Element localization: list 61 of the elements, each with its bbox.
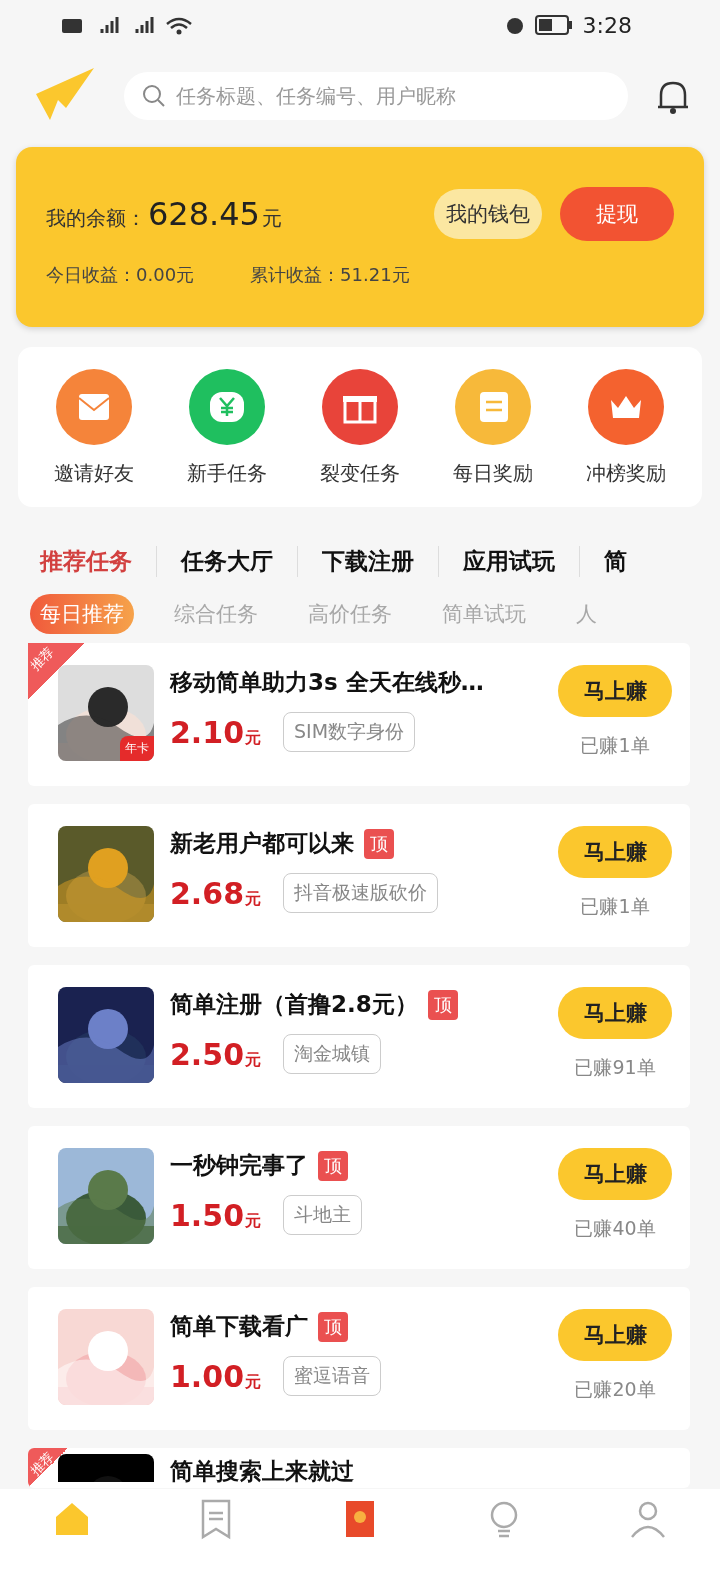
task-card[interactable]: 新老用户都可以来 顶 2.68元 抖音极速版砍价 马上赚 已赚1单: [28, 804, 690, 947]
crown-icon: [586, 367, 665, 446]
quick-action[interactable]: 每日奖励: [452, 367, 533, 487]
task-price: 2.68元: [170, 875, 262, 911]
quick-action[interactable]: 邀请好友: [54, 367, 135, 487]
search-field[interactable]: 任务标题、任务编号、用户昵称: [174, 83, 610, 109]
pinned-tag: 顶: [318, 1150, 348, 1181]
earned-count: 已赚1单: [580, 733, 650, 758]
yen-icon: [188, 367, 267, 446]
pinned-tag: 顶: [318, 1311, 348, 1342]
earned-count: 已赚91单: [574, 1055, 656, 1080]
balance-amount: 我的余额：628.45 元: [46, 195, 282, 233]
earned-count: 已赚20单: [574, 1377, 656, 1402]
earn-button[interactable]: 马上赚: [558, 665, 672, 717]
task-title: 简单注册（首撸2.8元）: [170, 990, 418, 1019]
search-bar[interactable]: 任务标题、任务编号、用户昵称: [124, 72, 628, 120]
task-title: 新老用户都可以来: [170, 829, 354, 858]
app-tag: 蜜逗语音: [283, 1356, 382, 1396]
task-title: 一秒钟完事了: [170, 1151, 308, 1180]
earn-button[interactable]: 马上赚: [558, 987, 672, 1039]
earned-count: 已赚40单: [574, 1216, 656, 1241]
clock-time: 3:28: [582, 12, 632, 38]
wallet-button[interactable]: 我的钱包: [434, 189, 542, 239]
quick-action[interactable]: 冲榜奖励: [585, 367, 666, 487]
category-tab[interactable]: 应用试玩: [438, 545, 579, 577]
category-tab[interactable]: 简: [579, 545, 651, 577]
earn-button[interactable]: 马上赚: [558, 1148, 672, 1200]
app-tag: SIM数字身份: [283, 712, 416, 752]
task-title: 简单下载看广: [170, 1312, 308, 1341]
earn-button[interactable]: 马上赚: [558, 1309, 672, 1361]
today-earnings: 今日收益：0.00元: [46, 263, 195, 287]
document-icon: [453, 367, 532, 446]
task-price: 1.50元: [170, 1197, 262, 1233]
task-card[interactable]: 简单注册（首撸2.8元） 顶 2.50元 淘金城镇 马上赚 已赚91单: [28, 965, 690, 1108]
envelope-icon: [55, 367, 134, 446]
category-tab[interactable]: 下载注册: [297, 545, 438, 577]
gift-icon: [321, 367, 399, 446]
quick-action[interactable]: 新手任务: [187, 367, 268, 487]
task-card[interactable]: 推荐 简单搜索上来就过: [28, 1448, 690, 1488]
total-earnings: 累计收益：51.21元: [250, 263, 410, 287]
pinned-tag: 顶: [427, 989, 458, 1020]
task-price: 2.50元: [170, 1036, 262, 1072]
task-card[interactable]: 简单下载看广 顶 1.00元 蜜逗语音 马上赚 已赚20单: [28, 1287, 690, 1430]
app-tag: 抖音极速版砍价: [283, 873, 439, 913]
task-price: 1.00元: [170, 1358, 262, 1394]
quick-action[interactable]: 裂变任务: [320, 367, 400, 487]
battery-icon: [534, 15, 573, 35]
pinned-tag: 顶: [364, 828, 394, 859]
category-tab[interactable]: 推荐任务: [40, 545, 156, 577]
task-card[interactable]: 推荐 年卡 移动简单助力3s 全天在线秒… 2.10元 SIM数字身份 马上赚 已赚1单: [28, 643, 690, 786]
app-tag: 淘金城镇: [283, 1034, 382, 1074]
earned-count: 已赚1单: [580, 894, 650, 919]
task-card[interactable]: 一秒钟完事了 顶 1.50元 斗地主 马上赚 已赚40单: [28, 1126, 690, 1269]
search-icon: [142, 84, 166, 108]
task-price: 2.10元: [170, 714, 262, 750]
task-title: 移动简单助力3s 全天在线秒…: [170, 668, 484, 697]
app-tag: 斗地主: [283, 1195, 363, 1235]
task-title: 简单搜索上来就过: [170, 1457, 354, 1486]
earn-button[interactable]: 马上赚: [558, 826, 672, 878]
category-tab[interactable]: 任务大厅: [156, 545, 297, 577]
annual-badge: 年卡: [120, 736, 154, 761]
